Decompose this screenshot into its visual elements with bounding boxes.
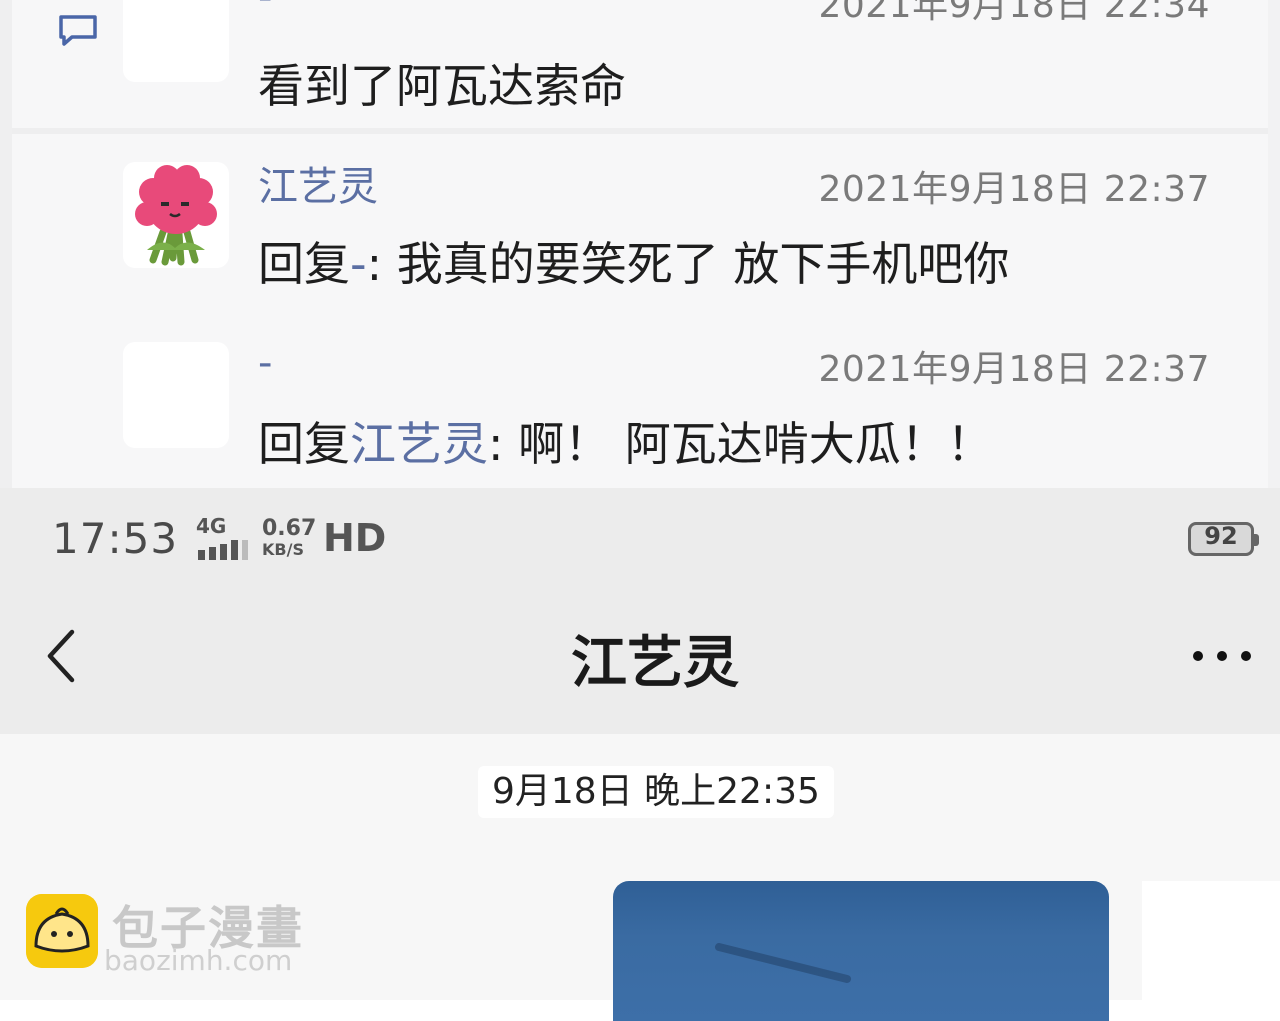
page-title: 江艺灵: [571, 631, 739, 696]
comment-time: 2021年9月18日 22:37: [818, 169, 1210, 210]
comment-time: 2021年9月18日 22:37: [818, 349, 1210, 390]
comment-text-part: 回复: [258, 417, 350, 471]
mention-link[interactable]: -: [350, 237, 367, 291]
comment-author[interactable]: 江艺灵: [258, 154, 378, 212]
status-bar: 17:53 4G 0.67 KB/S HD 92: [0, 488, 1280, 598]
avatar-flower-icon: [135, 165, 217, 266]
watermark-url: baozimh.com: [104, 944, 293, 977]
panel-edge: [1268, 0, 1280, 488]
avatar[interactable]: [123, 0, 229, 82]
chat-edge: [1142, 881, 1280, 1000]
comment-item: - 2021年9月18日 22:37 回复江艺灵: 啊！ 阿瓦达啃大瓜！！: [12, 314, 1268, 488]
avatar[interactable]: [123, 342, 229, 448]
comment-item: - 2021年9月18日 22:34 看到了阿瓦达索命: [12, 0, 1268, 128]
net-speed-value: 0.67: [262, 516, 317, 541]
network-type: 4G: [196, 514, 227, 538]
comment-text-part: : 我真的要笑死了 放下手机吧你: [366, 237, 1010, 291]
signal-icon: [198, 540, 248, 560]
battery-icon: 92: [1188, 522, 1259, 556]
comment-time: 2021年9月18日 22:34: [818, 0, 1210, 26]
battery-level: 92: [1204, 522, 1238, 550]
image-message[interactable]: [613, 881, 1109, 1021]
date-separator: 9月18日 晚上22:35: [478, 766, 834, 818]
image-detail: [714, 942, 852, 984]
mention-link[interactable]: 江艺灵: [350, 417, 488, 471]
comment-author[interactable]: -: [258, 340, 272, 386]
avatar[interactable]: [123, 162, 229, 268]
comment-author[interactable]: -: [258, 0, 272, 20]
watermark: 包子漫畫 baozimh.com: [26, 894, 326, 980]
comment-text-part: 回复: [258, 237, 350, 291]
comment-panel: - 2021年9月18日 22:34 看到了阿瓦达索命 江艺灵: [0, 0, 1280, 488]
watermark-logo-icon: [26, 894, 98, 968]
comment-text-part: 看到了阿瓦达索命: [258, 59, 626, 113]
more-icon[interactable]: [1188, 638, 1258, 674]
net-speed-unit: KB/S: [262, 540, 304, 559]
comment-text-part: : 啊！ 阿瓦达啃大瓜！！: [488, 417, 993, 471]
hd-indicator: HD: [323, 516, 387, 560]
comment-item: 江艺灵 2021年9月18日 22:37 回复-: 我真的要笑死了 放下手机吧你: [12, 134, 1268, 314]
nav-bar: 江艺灵: [0, 598, 1280, 734]
comment-text: 看到了阿瓦达索命: [258, 50, 626, 116]
comment-text: 回复江艺灵: 啊！ 阿瓦达啃大瓜！！: [258, 408, 993, 474]
comment-icon[interactable]: [58, 14, 98, 46]
comment-text: 回复-: 我真的要笑死了 放下手机吧你: [258, 228, 1009, 294]
status-clock: 17:53: [52, 514, 179, 563]
panel-edge: [0, 0, 12, 488]
